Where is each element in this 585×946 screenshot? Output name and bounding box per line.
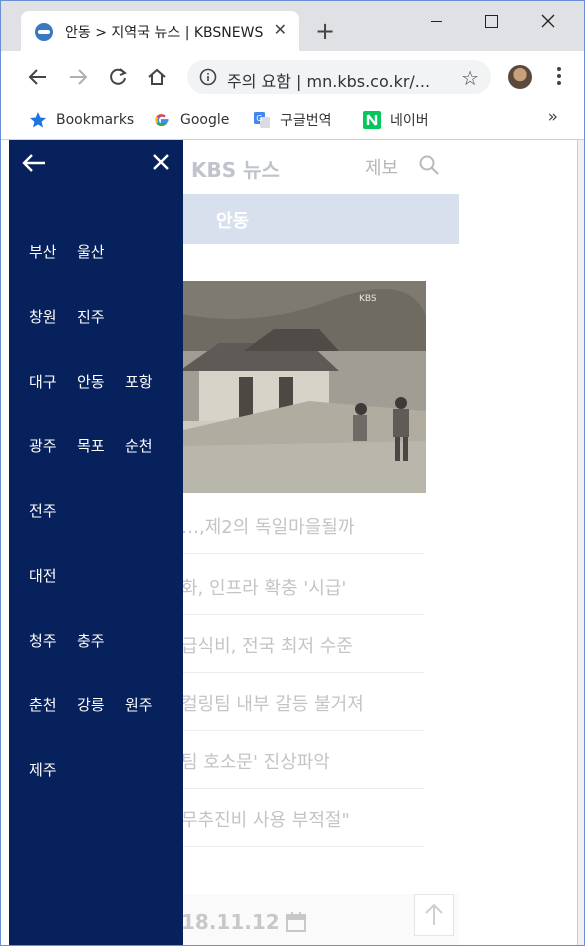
close-window-button[interactable]: [533, 9, 563, 33]
profile-avatar[interactable]: [508, 65, 532, 89]
region-row: 춘천 강릉 원주: [29, 694, 173, 714]
arrow-right-icon: [70, 69, 88, 85]
region-title: 안동: [216, 211, 250, 232]
kbs-favicon-icon: [35, 23, 53, 41]
region-link-jinju[interactable]: 진주: [77, 306, 125, 326]
bookmark-bookmarks[interactable]: Bookmarks: [29, 109, 134, 131]
region-link-pohang[interactable]: 포항: [125, 371, 173, 391]
info-icon[interactable]: [199, 68, 217, 86]
region-drawer: 부산 울산 창원 진주 대구 안동 포항 광주 목포 순천 전주 대전 청주 충…: [9, 140, 183, 945]
region-row: 전주: [29, 500, 77, 520]
region-row: 창원 진주: [29, 306, 125, 326]
new-tab-button[interactable]: +: [315, 19, 335, 43]
reload-button[interactable]: [105, 64, 131, 90]
bookmark-naver[interactable]: 네이버: [363, 109, 429, 131]
forward-button[interactable]: [65, 64, 91, 90]
region-row: 대전: [29, 565, 77, 585]
arrow-left-icon: [28, 69, 46, 85]
bookmark-label: 구글번역: [280, 113, 332, 129]
web-page: KBS 뉴스 제보 안동 KBS …,제2의 독일마을될까 화, 인프라 확충 …: [9, 140, 577, 945]
date-text: 18.11.12: [181, 910, 280, 934]
browser-toolbar: 주의 요함 | mn.kbs.co.kr/... ☆: [1, 51, 584, 103]
scroll-top-button[interactable]: [414, 894, 454, 936]
browser-window: 안동 > 지역국 뉴스 | KBSNEWS ✕ + 주의 요함 | mn.kbs…: [0, 0, 585, 946]
tab-strip: 안동 > 지역국 뉴스 | KBSNEWS ✕ +: [1, 1, 584, 51]
region-link-jeonju[interactable]: 전주: [29, 500, 77, 520]
maximize-button[interactable]: [476, 9, 506, 33]
tab-close-icon[interactable]: ✕: [274, 21, 287, 39]
region-link-suncheon[interactable]: 순천: [125, 435, 173, 455]
address-text[interactable]: 주의 요함 | mn.kbs.co.kr/...: [227, 68, 449, 92]
google-icon: [155, 114, 169, 127]
svg-text:KBS: KBS: [359, 294, 377, 304]
translate-icon: G: [254, 112, 270, 128]
bookmark-label: Bookmarks: [56, 112, 135, 128]
bookmarks-more-icon[interactable]: »: [548, 107, 558, 127]
close-icon: [541, 14, 555, 28]
window-side-strip: [577, 140, 584, 945]
region-link-chuncheon[interactable]: 춘천: [29, 694, 77, 714]
news-headline[interactable]: 급식비, 전국 최저 수준: [181, 632, 353, 658]
svg-text:G: G: [256, 114, 262, 123]
naver-icon: [363, 111, 381, 129]
report-link[interactable]: 제보: [365, 154, 398, 180]
close-icon[interactable]: [151, 152, 171, 172]
region-link-gwangju[interactable]: 광주: [29, 435, 77, 455]
search-icon[interactable]: [419, 155, 439, 175]
news-headline[interactable]: 무추진비 사용 부적절": [181, 806, 350, 832]
minimize-button[interactable]: [421, 9, 451, 33]
back-button[interactable]: [25, 64, 51, 90]
region-row: 광주 목포 순천: [29, 435, 173, 455]
bookmark-label: 네이버: [390, 113, 429, 129]
address-bar[interactable]: 주의 요함 | mn.kbs.co.kr/... ☆: [187, 60, 491, 94]
kbs-logo[interactable]: KBS 뉴스: [191, 154, 280, 183]
tab-title: 안동 > 지역국 뉴스 | KBSNEWS: [65, 25, 264, 41]
region-link-ulsan[interactable]: 울산: [77, 241, 125, 261]
region-link-daegu[interactable]: 대구: [29, 371, 77, 391]
bookmark-label: Google: [180, 112, 230, 128]
bookmark-translate[interactable]: G 구글번역: [253, 109, 332, 131]
home-button[interactable]: [144, 64, 170, 90]
home-icon: [148, 68, 166, 85]
browser-tab[interactable]: 안동 > 지역국 뉴스 | KBSNEWS ✕: [21, 11, 299, 51]
news-headline[interactable]: 팀 호소문' 진상파악: [181, 748, 330, 774]
region-row: 부산 울산: [29, 241, 125, 261]
news-headline[interactable]: …,제2의 독일마을될까: [181, 513, 354, 539]
bookmarks-bar: Bookmarks Google G 구글번역 네이버 »: [1, 103, 584, 140]
reload-icon: [110, 68, 127, 85]
news-headline[interactable]: 화, 인프라 확충 '시급': [181, 574, 346, 600]
region-link-mokpo[interactable]: 목포: [77, 435, 125, 455]
region-link-wonju[interactable]: 원주: [125, 694, 173, 714]
region-row: 제주: [29, 759, 77, 779]
region-row: 대구 안동 포항: [29, 371, 173, 391]
news-headline[interactable]: 컬링팀 내부 갈등 불거져: [181, 690, 364, 716]
region-link-daejeon[interactable]: 대전: [29, 565, 77, 585]
bookmark-google[interactable]: Google: [153, 109, 229, 131]
maximize-icon: [484, 14, 498, 28]
region-link-jeju[interactable]: 제주: [29, 759, 77, 779]
region-link-changwon[interactable]: 창원: [29, 306, 77, 326]
minimize-icon: [430, 20, 442, 22]
arrow-up-icon: [425, 903, 443, 925]
region-link-gangneung[interactable]: 강릉: [77, 694, 125, 714]
region-link-andong[interactable]: 안동: [77, 371, 125, 391]
browser-menu-icon[interactable]: [554, 65, 564, 91]
region-link-cheongju[interactable]: 청주: [29, 630, 77, 650]
bookmark-star-icon[interactable]: ☆: [461, 66, 479, 90]
region-link-chungju[interactable]: 충주: [77, 630, 125, 650]
region-row: 청주 충주: [29, 630, 125, 650]
star-icon: [30, 112, 46, 128]
region-link-busan[interactable]: 부산: [29, 241, 77, 261]
back-arrow-icon[interactable]: [21, 152, 47, 174]
calendar-icon[interactable]: [286, 912, 306, 932]
